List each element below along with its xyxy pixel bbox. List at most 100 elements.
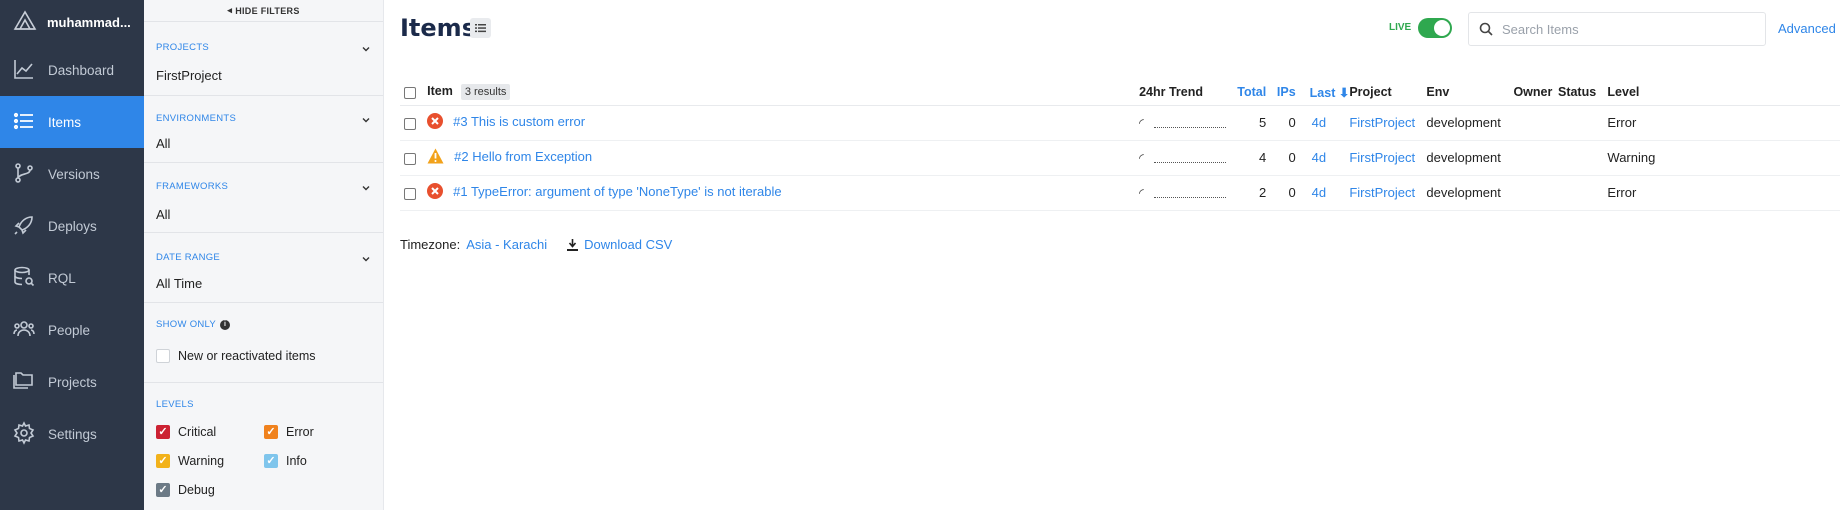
warning-icon (427, 148, 444, 164)
info-icon[interactable]: i (220, 319, 231, 330)
item-last-seen[interactable]: 4d (1299, 105, 1350, 141)
live-toggle[interactable] (1418, 18, 1452, 38)
sidebar-item-rql[interactable]: RQL (0, 252, 144, 304)
checkmark-icon[interactable]: ✓ (156, 483, 170, 497)
table-row[interactable]: #1 TypeError: argument of type 'NoneType… (400, 175, 1840, 211)
level-error-checkbox[interactable]: ✓ Error (264, 425, 314, 439)
item-ips: 0 (1270, 105, 1300, 141)
account-switcher[interactable]: muhammad... (0, 0, 144, 44)
item-owner[interactable] (1513, 140, 1558, 176)
item-owner[interactable] (1513, 105, 1558, 141)
trend-sparkline: ◜ (1139, 186, 1226, 200)
item-total: 4 (1230, 140, 1271, 176)
item-project-link[interactable]: FirstProject (1349, 175, 1427, 211)
chevron-down-icon[interactable] (361, 254, 371, 264)
loading-icon: ◜ (1139, 151, 1144, 165)
level-warning-label: Warning (178, 454, 225, 468)
column-owner: Owner (1513, 80, 1558, 106)
error-icon (427, 183, 444, 199)
new-or-reactivated-checkbox[interactable]: New or reactivated items (156, 349, 316, 363)
column-ips[interactable]: IPs (1270, 80, 1300, 106)
download-icon (567, 238, 579, 251)
chevron-down-icon[interactable] (361, 44, 371, 54)
item-level: Warning (1603, 140, 1840, 176)
checkmark-icon[interactable]: ✓ (264, 425, 278, 439)
chevron-down-icon[interactable] (361, 115, 371, 125)
hide-filters-button[interactable]: ◂ HIDE FILTERS (144, 0, 383, 22)
checkmark-icon[interactable]: ✓ (156, 425, 170, 439)
filter-environments[interactable]: ENVIRONMENTS All (144, 96, 383, 163)
level-critical-checkbox[interactable]: ✓ Critical (156, 425, 216, 439)
search-box[interactable] (1468, 12, 1766, 46)
sidebar-item-dashboard[interactable]: Dashboard (0, 44, 144, 96)
filter-projects[interactable]: PROJECTS FirstProject (144, 22, 383, 96)
trend-sparkline: ◜ (1139, 151, 1226, 165)
sidebar-item-settings[interactable]: Settings (0, 408, 144, 460)
hide-filters-label: HIDE FILTERS (235, 5, 300, 16)
level-critical-label: Critical (178, 425, 217, 439)
item-env: development (1426, 175, 1514, 211)
level-debug-checkbox[interactable]: ✓ Debug (156, 483, 215, 497)
item-title-link[interactable]: #1 TypeError: argument of type 'NoneType… (453, 184, 781, 199)
row-checkbox[interactable] (404, 187, 416, 200)
filter-frameworks[interactable]: FRAMEWORKS All (144, 163, 383, 233)
checkmark-icon[interactable]: ✓ (264, 454, 278, 468)
filter-projects-label: PROJECTS (156, 42, 210, 53)
filter-date-range-value: All Time (156, 276, 203, 291)
filter-date-range[interactable]: DATE RANGE All Time (144, 233, 383, 303)
item-title-link[interactable]: #2 Hello from Exception (454, 149, 592, 164)
item-ips: 0 (1270, 175, 1300, 211)
chevron-down-icon[interactable] (361, 183, 371, 193)
filter-frameworks-value: All (156, 207, 171, 222)
item-owner[interactable] (1513, 175, 1558, 211)
filter-show-only-label: SHOW ONLY (156, 319, 217, 330)
sidebar-item-items[interactable]: Items (0, 96, 144, 148)
sidebar-item-versions[interactable]: Versions (0, 148, 144, 200)
item-status[interactable] (1557, 175, 1604, 211)
column-last: Last (1309, 85, 1336, 100)
row-checkbox[interactable] (404, 152, 416, 165)
main-content: Items LIVE Advanced Item 3 results 24hr T… (384, 0, 1842, 510)
sidebar-item-label: People (48, 322, 91, 338)
advanced-search-link[interactable]: Advanced (1778, 21, 1836, 36)
filter-projects-value: FirstProject (156, 68, 222, 83)
search-input[interactable] (1502, 21, 1742, 37)
level-info-checkbox[interactable]: ✓ Info (264, 454, 307, 468)
download-csv-label: Download CSV (584, 237, 673, 252)
row-checkbox[interactable] (404, 117, 416, 130)
page-title: Items (400, 14, 476, 42)
sidebar-item-deploys[interactable]: Deploys (0, 200, 144, 252)
item-status[interactable] (1557, 140, 1604, 176)
column-item: Item (427, 84, 453, 99)
filter-show-only: SHOW ONLY i New or reactivated items (144, 303, 383, 383)
table-row[interactable]: #3 This is custom error ◜ 5 0 4d FirstPr… (400, 105, 1840, 141)
filter-environments-value: All (156, 136, 171, 151)
item-level: Error (1603, 105, 1840, 141)
checkmark-icon[interactable]: ✓ (156, 454, 170, 468)
view-options-button[interactable] (470, 18, 491, 38)
download-csv-button[interactable]: Download CSV (567, 237, 672, 252)
list-icon (475, 24, 486, 33)
table-footer: Timezone: Asia - Karachi Download CSV (400, 237, 672, 252)
item-project-link[interactable]: FirstProject (1349, 105, 1427, 141)
column-total[interactable]: Total (1230, 80, 1271, 106)
sidebar-item-people[interactable]: People (0, 304, 144, 356)
column-env: Env (1426, 80, 1514, 106)
level-warning-checkbox[interactable]: ✓ Warning (156, 454, 224, 468)
item-total: 2 (1230, 175, 1271, 211)
error-icon (427, 113, 444, 129)
item-status[interactable] (1557, 105, 1604, 141)
item-project-link[interactable]: FirstProject (1349, 140, 1427, 176)
table-row[interactable]: #2 Hello from Exception ◜ 4 0 4d FirstPr… (400, 140, 1840, 176)
item-title-link[interactable]: #3 This is custom error (453, 114, 585, 129)
database-search-icon (12, 265, 36, 292)
rocket-icon (12, 213, 36, 240)
column-project: Project (1349, 80, 1427, 106)
sidebar-item-projects[interactable]: Projects (0, 356, 144, 408)
column-last-header[interactable]: Last ⬇ (1299, 80, 1350, 106)
select-all-checkbox[interactable] (404, 86, 416, 99)
item-last-seen[interactable]: 4d (1299, 175, 1350, 211)
item-last-seen[interactable]: 4d (1299, 140, 1350, 176)
checkbox[interactable] (156, 349, 170, 363)
timezone-link[interactable]: Asia - Karachi (466, 237, 547, 252)
